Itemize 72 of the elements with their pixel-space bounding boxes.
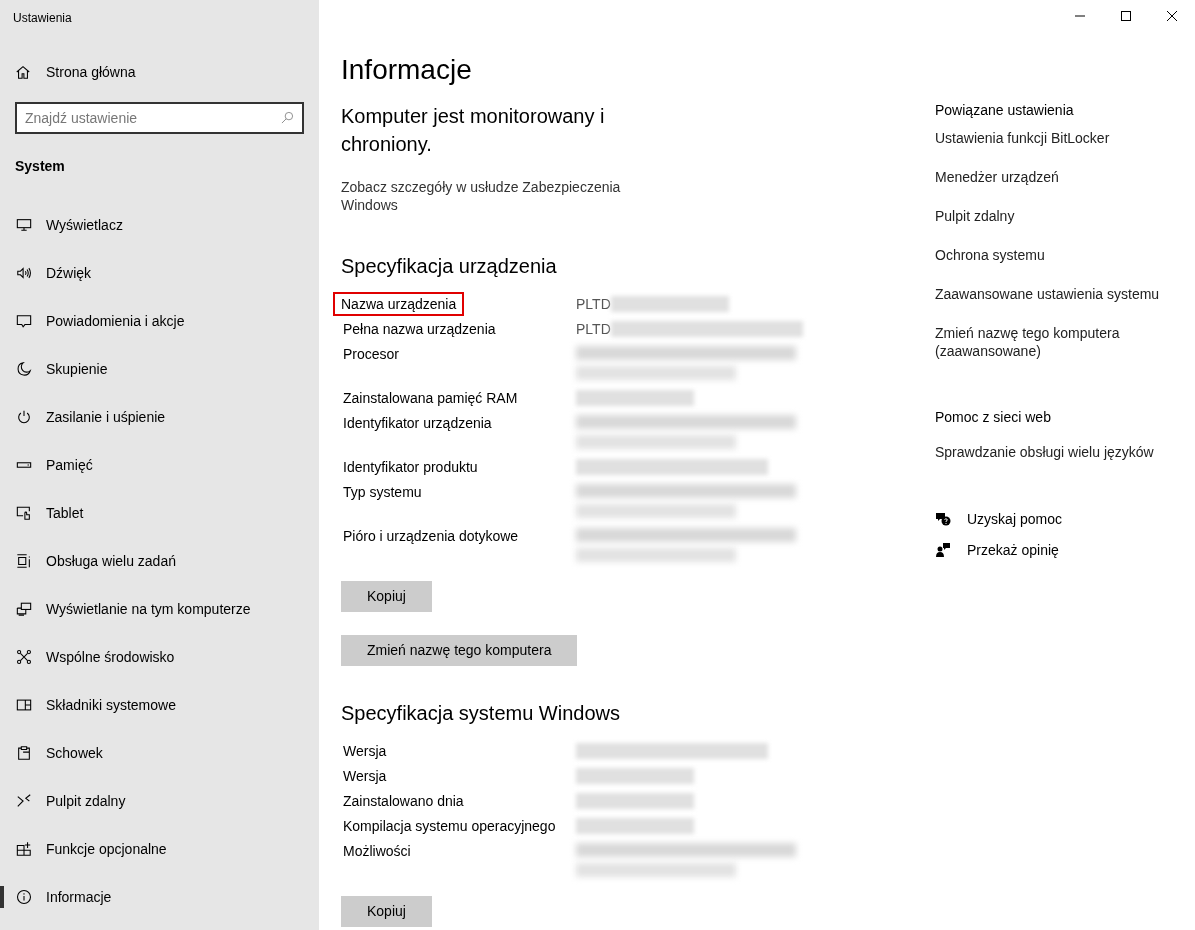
page-title: Informacje (341, 53, 472, 87)
related-link[interactable]: Menedżer urządzeń (935, 168, 1165, 186)
sidebar-item[interactable]: Wyświetlanie na tym komputerze (0, 585, 319, 633)
section-heading: Specyfikacja systemu Windows (341, 701, 620, 726)
monitor-icon (16, 217, 32, 233)
sidebar-item[interactable]: Wspólne środowisko (0, 633, 319, 681)
screens-icon (16, 601, 32, 617)
spec-label: Identyfikator produktu (342, 458, 479, 477)
copy-button[interactable]: Kopiuj (341, 581, 432, 612)
spec-label: Typ systemu (342, 483, 423, 502)
home-icon (15, 64, 31, 80)
person-chat-icon (935, 542, 951, 558)
grid-plus-icon (16, 841, 32, 857)
spec-label: Zainstalowana pamięć RAM (342, 389, 519, 408)
tablet-icon (16, 505, 32, 521)
sidebar-item[interactable]: Obsługa wielu zadań (0, 537, 319, 585)
section-heading: Pomoc z sieci web (935, 408, 1051, 426)
security-details-link[interactable]: Zobacz szczegóły w usłudze Zabezpieczenia Windows (341, 178, 651, 214)
panel-icon (16, 697, 32, 713)
spec-label: Identyfikator urządzenia (342, 414, 493, 433)
network-nodes-icon (16, 649, 32, 665)
support-link[interactable]: Uzyskaj pomoc (935, 510, 1062, 528)
spec-label: Możliwości (342, 842, 412, 861)
sidebar-item[interactable]: Funkcje opcjonalne (0, 825, 319, 873)
support-link[interactable]: Przekaż opinię (935, 541, 1059, 559)
spec-label: Pełna nazwa urządzenia (342, 320, 497, 339)
search-field[interactable]: Znajdź ustawienie (15, 102, 304, 134)
related-link[interactable]: Zaawansowane ustawienia systemu (935, 285, 1165, 303)
window-title: Ustawienia (12, 10, 73, 27)
search-icon (281, 111, 294, 124)
related-link[interactable]: Zmień nazwę tego komputera (zaawansowane) (935, 324, 1165, 360)
related-link[interactable]: Pulpit zdalny (935, 207, 1165, 225)
help-link[interactable]: Sprawdzanie obsługi wielu języków (935, 443, 1154, 461)
sidebar-item[interactable]: Powiadomienia i akcje (0, 297, 319, 345)
sidebar-item[interactable]: Skupienie (0, 345, 319, 393)
windows-stack-icon (16, 553, 32, 569)
related-link[interactable]: Ochrona systemu (935, 246, 1165, 264)
section-heading: Powiązane ustawienia (935, 101, 1074, 119)
moon-icon (16, 361, 32, 377)
section-heading: Specyfikacja urządzenia (341, 254, 557, 279)
section-heading: System (14, 157, 66, 176)
power-icon (16, 409, 32, 425)
home-link[interactable]: Strona główna (0, 50, 319, 94)
sidebar-item[interactable]: Dźwięk (0, 249, 319, 297)
spec-label: Pióro i urządzenia dotykowe (342, 527, 520, 546)
spec-label: Wersja (342, 767, 388, 786)
copy-button[interactable]: Kopiuj (341, 896, 432, 927)
close-icon (1167, 10, 1177, 21)
security-status: Komputer jest monitorowany i chroniony. (341, 104, 606, 157)
spec-label: Wersja (342, 742, 388, 761)
speaker-icon (16, 265, 32, 281)
sidebar-item[interactable]: Pamięć (0, 441, 319, 489)
sidebar-item[interactable]: Schowek (0, 729, 319, 777)
maximize-icon (1121, 10, 1131, 21)
speech-bubble-icon (16, 313, 32, 329)
spec-label: Kompilacja systemu operacyjnego (342, 817, 557, 836)
sidebar-item[interactable]: Zasilanie i uśpienie (0, 393, 319, 441)
clipboard-icon (16, 745, 32, 761)
rename-button[interactable]: Zmień nazwę tego komputera (341, 635, 578, 666)
sidebar-item[interactable]: Składniki systemowe (0, 681, 319, 729)
related-link[interactable]: Ustawienia funkcji BitLocker (935, 129, 1165, 147)
info-icon (16, 889, 32, 905)
spec-value: PLTD (576, 320, 611, 339)
spec-label: Nazwa urządzenia (333, 292, 465, 316)
spec-label: Zainstalowano dnia (342, 792, 465, 811)
help-chat-icon (935, 511, 951, 527)
sidebar-item[interactable]: Wyświetlacz (0, 201, 319, 249)
sidebar-item[interactable]: Pulpit zdalny (0, 777, 319, 825)
spec-label: Procesor (342, 345, 401, 364)
spec-value: PLTD (576, 295, 611, 314)
remote-icon (16, 793, 32, 809)
sidebar-item[interactable]: Tablet (0, 489, 319, 537)
